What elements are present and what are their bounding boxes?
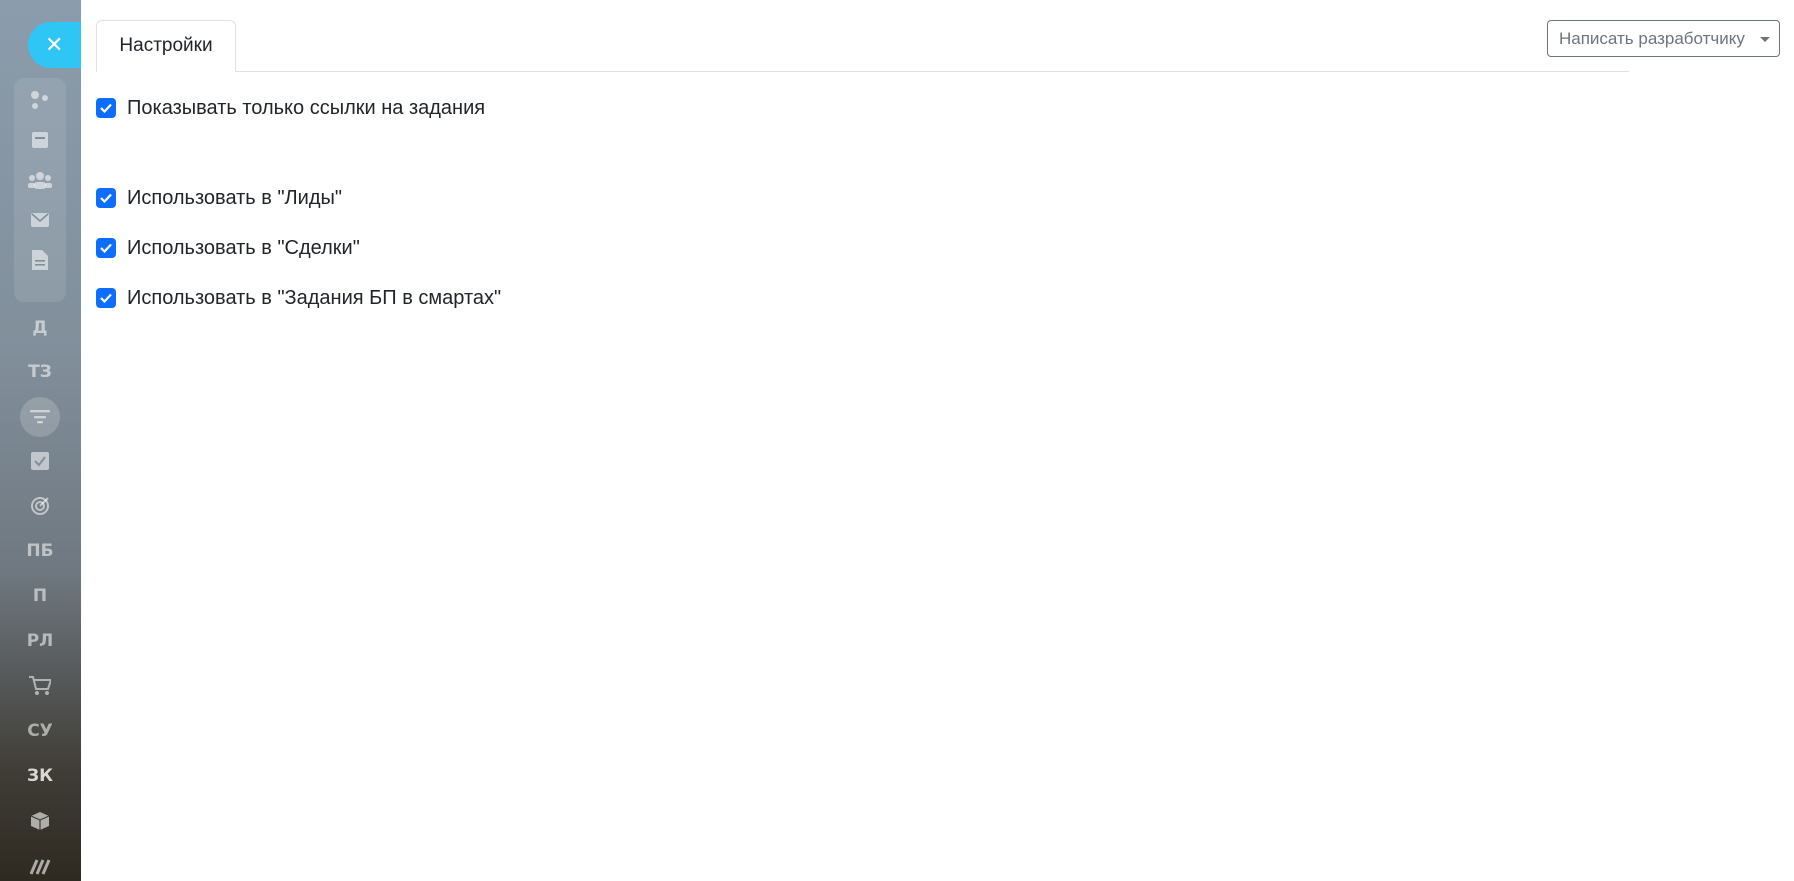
sidebar-item-d[interactable]: Д: [20, 308, 60, 348]
sidebar-item-p[interactable]: П: [20, 576, 60, 616]
close-icon: ✕: [45, 32, 64, 57]
deals-label: Использовать в "Сделки": [127, 236, 360, 259]
sidebar-item-rl[interactable]: РЛ: [20, 621, 60, 661]
document-icon[interactable]: [20, 240, 60, 280]
tabs-divider: [96, 71, 1629, 72]
leads-checkbox[interactable]: [96, 188, 116, 208]
setting-row-bp-tasks: Использовать в "Задания БП в смартах": [96, 284, 501, 312]
leads-label: Использовать в "Лиды": [127, 186, 342, 209]
task-check-icon[interactable]: [20, 441, 60, 481]
write-developer-dropdown[interactable]: Написать разработчику: [1547, 20, 1780, 57]
cart-icon[interactable]: [20, 666, 60, 706]
mail-icon[interactable]: [20, 200, 60, 240]
bp-tasks-label: Использовать в "Задания БП в смартах": [127, 286, 502, 309]
setting-row-leads: Использовать в "Лиды": [96, 184, 342, 212]
settings-panel: Настройки Написать разработчику Показыва…: [81, 0, 1794, 881]
left-sidebar: ✕ Д ТЗ ПБ П РЛ СУ ЗК: [0, 0, 98, 881]
target-icon[interactable]: [20, 486, 60, 526]
write-developer-label: Написать разработчику: [1559, 28, 1745, 48]
contacts-icon[interactable]: [20, 160, 60, 200]
links-only-checkbox[interactable]: [96, 98, 116, 118]
sidebar-item-su[interactable]: СУ: [20, 711, 60, 751]
box-icon[interactable]: [20, 801, 60, 841]
links-only-label: Показывать только ссылки на задания: [127, 96, 486, 119]
deals-checkbox[interactable]: [96, 238, 116, 258]
setting-row-deals: Использовать в "Сделки": [96, 234, 360, 262]
sidebar-item-pb[interactable]: ПБ: [20, 531, 60, 571]
sidebar-item-zk[interactable]: ЗК: [20, 756, 60, 796]
sidebar-item-tz[interactable]: ТЗ: [20, 352, 60, 392]
funnel-icon[interactable]: [20, 397, 60, 437]
chevron-down-icon: [1760, 37, 1770, 42]
bp-tasks-checkbox[interactable]: [96, 288, 116, 308]
calendar-icon[interactable]: [20, 120, 60, 160]
brand-logo-icon[interactable]: [20, 846, 60, 881]
tab-settings[interactable]: Настройки: [96, 20, 236, 72]
setting-row-links-only: Показывать только ссылки на задания: [96, 94, 485, 122]
connections-icon[interactable]: [20, 80, 60, 120]
